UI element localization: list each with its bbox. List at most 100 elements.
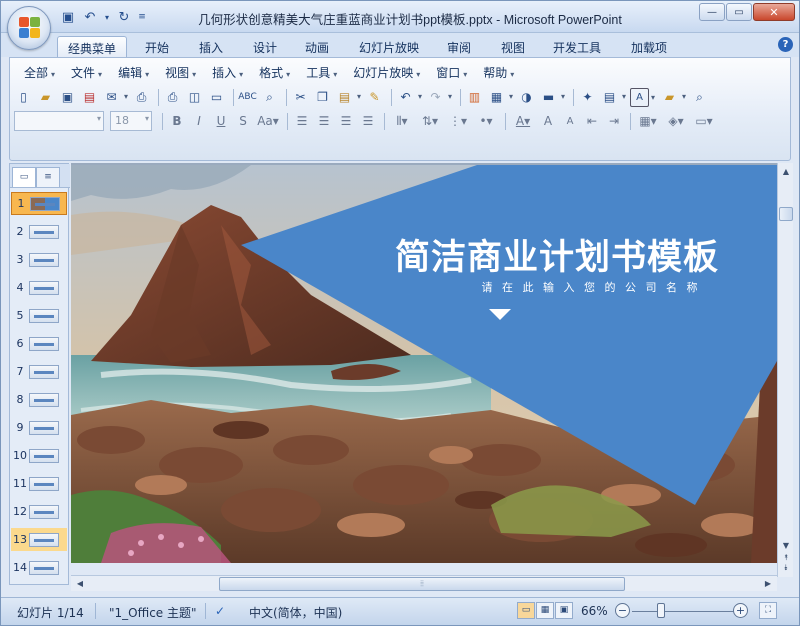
slide-thumbnail-6[interactable]: 6 <box>11 332 67 355</box>
slide-thumbnail-3[interactable]: 3 <box>11 248 67 271</box>
decrease-indent-icon[interactable]: ⇤ <box>582 111 602 131</box>
tab-view[interactable]: 视图 <box>491 36 535 57</box>
slide-canvas[interactable] <box>71 165 777 563</box>
email-icon[interactable]: ✉ <box>102 88 128 107</box>
slide-thumbnail-12[interactable]: 12 <box>11 500 67 523</box>
align-right-icon[interactable]: ☰ <box>336 111 356 131</box>
slide-thumbnail-7[interactable]: 7 <box>11 360 67 383</box>
tab-slideshow[interactable]: 幻灯片放映 <box>351 36 427 57</box>
save-icon[interactable]: ▣ <box>58 88 77 107</box>
underline-icon[interactable]: U <box>211 111 231 131</box>
print-preview-icon[interactable]: ◫ <box>185 88 204 107</box>
arrange-icon[interactable]: ▦▾ <box>635 111 661 131</box>
menu-insert[interactable]: 插入 ▾ <box>204 64 251 81</box>
slide-thumbnail-2[interactable]: 2 <box>11 220 67 243</box>
shape-outline-icon[interactable]: ▭▾ <box>691 111 717 131</box>
slide-thumbnail-14[interactable]: 14 <box>11 556 67 579</box>
tab-developer[interactable]: 开发工具 <box>545 36 609 57</box>
tab-insert[interactable]: 插入 <box>189 36 233 57</box>
change-case-icon[interactable]: Aa▾ <box>255 111 281 131</box>
zoom-slider-thumb[interactable] <box>657 603 665 618</box>
align-left-icon[interactable]: ☰ <box>292 111 312 131</box>
copy-icon[interactable]: ❐ <box>313 88 332 107</box>
undo-icon[interactable]: ↶ <box>396 88 422 107</box>
menu-help[interactable]: 帮助 ▾ <box>475 64 522 81</box>
zoom-slider-track[interactable] <box>632 611 734 612</box>
horizontal-scrollbar[interactable]: ◀ ⦙⦙ ▶ <box>71 575 777 591</box>
tab-addins[interactable]: 加载项 <box>621 36 677 57</box>
font-size-box[interactable]: 18 ▾ <box>110 111 152 131</box>
slide-thumbnail-9[interactable]: 9 <box>11 416 67 439</box>
zoom-in-icon[interactable]: + <box>733 603 748 618</box>
vertical-scrollbar[interactable]: ▲ ▼ ⯭ ⯯ <box>777 163 793 577</box>
slide-thumbnail-11[interactable]: 11 <box>11 472 67 495</box>
office-button[interactable] <box>7 6 51 50</box>
insert-chart-icon[interactable]: ▥ <box>465 88 484 107</box>
outline-tab-icon[interactable]: ≡ <box>36 167 60 187</box>
bold-icon[interactable]: B <box>167 111 187 131</box>
folder-icon[interactable]: ▰ <box>660 88 686 107</box>
slide-sorter-icon[interactable]: ▦ <box>536 602 554 619</box>
scroll-up-icon[interactable]: ▲ <box>779 165 793 179</box>
increase-indent-icon[interactable]: ⇥ <box>604 111 624 131</box>
menu-window[interactable]: 窗口 ▾ <box>428 64 475 81</box>
columns-icon[interactable]: ⫴▾ <box>389 111 415 131</box>
theme-name[interactable]: "1_Office 主题" <box>109 604 197 621</box>
layout-icon[interactable]: ▤ <box>600 88 626 107</box>
cut-icon[interactable]: ✂ <box>291 88 310 107</box>
maximize-button[interactable]: ▭ <box>726 3 752 21</box>
shrink-font-icon[interactable]: A <box>560 111 580 131</box>
text-box-icon[interactable]: A <box>630 87 655 107</box>
justify-icon[interactable]: ☰ <box>358 111 378 131</box>
tab-review[interactable]: 审阅 <box>437 36 481 57</box>
color-scheme-icon[interactable]: ▬ <box>539 88 565 107</box>
slideshow-view-icon[interactable]: ▣ <box>555 602 573 619</box>
bullets-icon[interactable]: •▾ <box>473 111 499 131</box>
normal-view-icon[interactable]: ▭ <box>517 602 535 619</box>
scroll-left-icon[interactable]: ◀ <box>73 577 87 591</box>
publish-icon[interactable]: ⎙ <box>132 88 151 107</box>
shape-fill-icon[interactable]: ◈▾ <box>663 111 689 131</box>
language[interactable]: 中文(简体，中国) <box>249 604 342 621</box>
slide-view-icon[interactable]: ▭ <box>207 88 226 107</box>
slide-thumbnail-5[interactable]: 5 <box>11 304 67 327</box>
next-slide-icon[interactable]: ⯯ <box>779 561 793 575</box>
open-folder-icon[interactable]: ▰ <box>36 88 55 107</box>
grayscale-icon[interactable]: ◑ <box>517 88 536 107</box>
scroll-right-icon[interactable]: ▶ <box>761 577 775 591</box>
paste-icon[interactable]: ▤ <box>335 88 361 107</box>
slides-tab-icon[interactable]: ▭ <box>12 167 36 187</box>
zoom-search-icon[interactable]: ⌕ <box>690 88 709 107</box>
vertical-scroll-thumb[interactable] <box>779 207 793 221</box>
italic-icon[interactable]: I <box>189 111 209 131</box>
slide-thumbnail-1[interactable]: 1 <box>11 192 67 215</box>
slide-thumbnail-8[interactable]: 8 <box>11 388 67 411</box>
horizontal-scroll-thumb[interactable]: ⦙⦙ <box>219 577 625 591</box>
slide-thumbnail-4[interactable]: 4 <box>11 276 67 299</box>
new-slide-icon[interactable]: ✦ <box>578 88 597 107</box>
menu-edit[interactable]: 编辑 ▾ <box>110 64 157 81</box>
fit-to-window-icon[interactable]: ⛶ <box>759 602 777 619</box>
slide-thumbnail-13[interactable]: 13 <box>11 528 67 551</box>
spelling-icon[interactable]: ABC <box>238 88 257 107</box>
numbering-icon[interactable]: ⋮▾ <box>445 111 471 131</box>
grow-font-icon[interactable]: A <box>538 111 558 131</box>
menu-slideshow[interactable]: 幻灯片放映 ▾ <box>345 64 428 81</box>
spell-check-icon[interactable]: ✓ <box>215 604 225 618</box>
redo-icon[interactable]: ↷ <box>426 88 452 107</box>
permission-icon[interactable]: ▤ <box>80 88 99 107</box>
font-color-icon[interactable]: A▾ <box>510 111 536 131</box>
menu-tools[interactable]: 工具 ▾ <box>298 64 345 81</box>
menu-all[interactable]: 全部 ▾ <box>16 64 63 81</box>
font-name-box[interactable]: ▾ <box>14 111 104 131</box>
menu-format[interactable]: 格式 ▾ <box>251 64 298 81</box>
research-icon[interactable]: ⌕ <box>260 88 279 107</box>
zoom-level[interactable]: 66% <box>581 604 608 618</box>
help-icon[interactable]: ? <box>778 37 793 52</box>
tab-classic-menu[interactable]: 经典菜单 <box>57 36 127 57</box>
print-icon[interactable]: ⎙ <box>163 88 182 107</box>
tab-animation[interactable]: 动画 <box>295 36 339 57</box>
slide-thumbnail-10[interactable]: 10 <box>11 444 67 467</box>
zoom-out-icon[interactable]: − <box>615 603 630 618</box>
close-button[interactable]: ✕ <box>753 3 795 21</box>
